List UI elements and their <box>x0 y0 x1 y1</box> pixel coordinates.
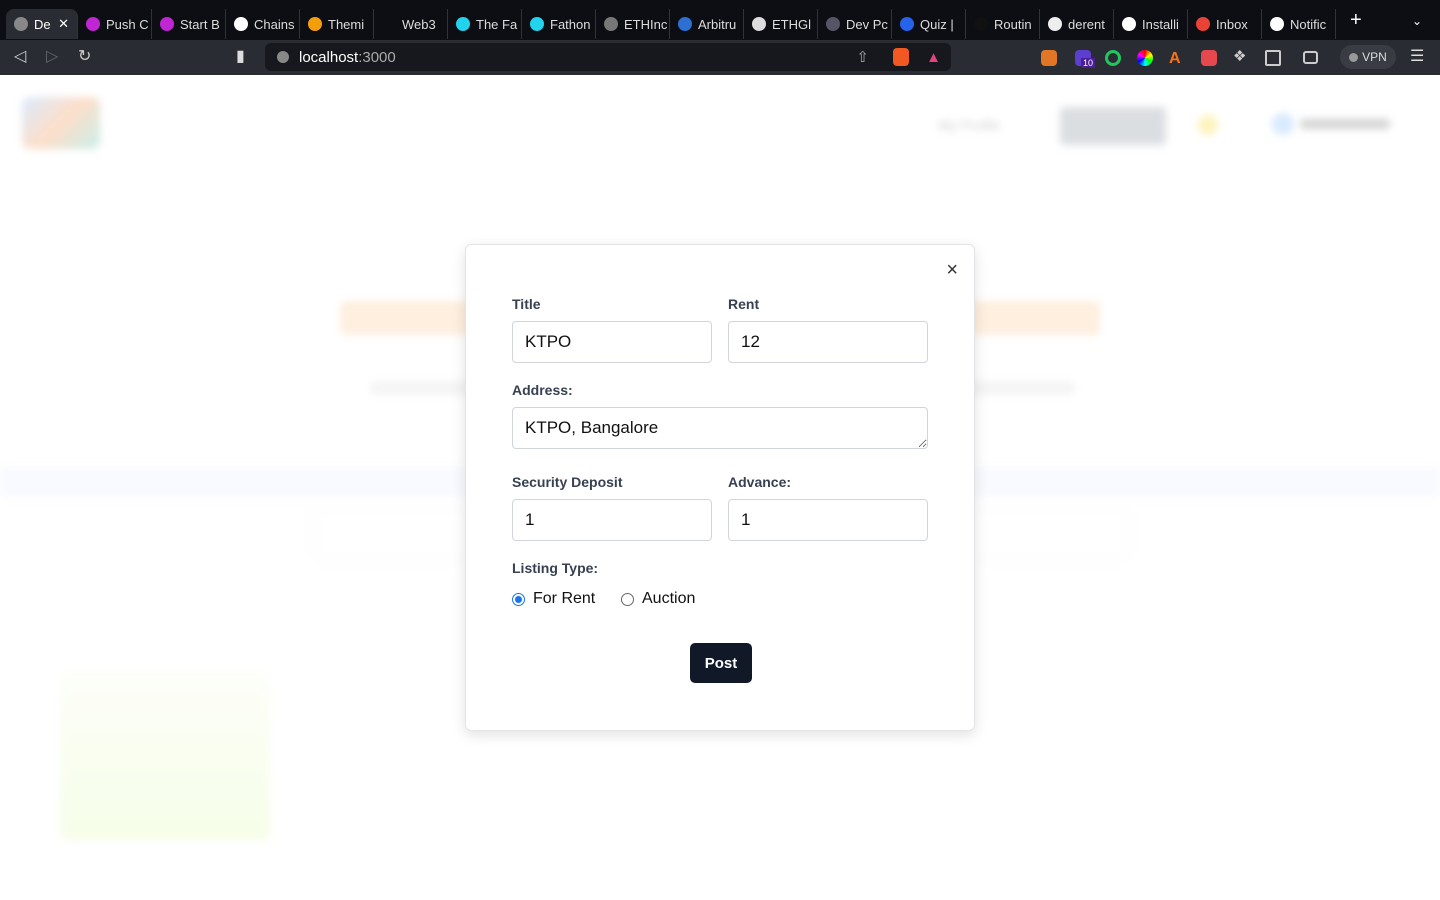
tab-favicon-icon <box>826 17 840 31</box>
tab-title: Push C <box>106 16 149 32</box>
tab-title: Web3 <box>402 16 436 32</box>
advance-label: Advance: <box>728 474 792 490</box>
browser-tab[interactable]: Themi <box>300 9 374 39</box>
browser-tab[interactable]: Installi <box>1114 9 1188 39</box>
browser-tab[interactable]: Chains <box>226 9 300 39</box>
tab-favicon-icon <box>1048 17 1062 31</box>
rent-label: Rent <box>728 296 760 312</box>
browser-tab[interactable]: Dev Pc <box>818 9 892 39</box>
url-port: :3000 <box>358 48 396 66</box>
radio-button[interactable] <box>621 592 634 606</box>
reload-icon[interactable]: ↻ <box>78 46 91 66</box>
tab-favicon-icon <box>752 17 766 31</box>
tab-title: derent <box>1068 16 1105 32</box>
tab-favicon-icon <box>86 17 100 31</box>
title-input[interactable] <box>512 321 712 363</box>
browser-tab[interactable]: Inbox <box>1188 9 1262 39</box>
tab-favicon-icon <box>1196 17 1210 31</box>
close-icon[interactable]: × <box>946 259 958 282</box>
tab-title: The Fa <box>476 16 518 32</box>
post-button[interactable]: Post <box>690 643 752 683</box>
extension-icon[interactable] <box>1105 50 1121 66</box>
tab-favicon-icon <box>604 17 618 31</box>
address-textarea[interactable]: KTPO, Bangalore <box>512 407 928 449</box>
tab-favicon-icon <box>678 17 692 31</box>
browser-tab[interactable]: Arbitru <box>670 9 744 39</box>
tab-title: ETHGl <box>772 16 811 32</box>
security-deposit-label: Security Deposit <box>512 474 623 490</box>
browser-tab[interactable]: Push C <box>78 9 152 39</box>
browser-tab[interactable]: Web3 <box>374 9 448 39</box>
extensions-puzzle-icon[interactable]: ❖ <box>1233 47 1249 65</box>
create-listing-modal: × Title Rent Address: KTPO, Bangalore Se… <box>465 244 975 731</box>
listing-type-label: Listing Type: <box>512 560 599 576</box>
tab-favicon-icon <box>974 17 988 31</box>
url-host: localhost <box>299 48 359 66</box>
extension-icon[interactable]: 10 <box>1075 50 1096 68</box>
tab-title: ETHInc <box>624 16 668 32</box>
address-bar[interactable]: localhost:3000 ⇧ ▲ <box>265 43 951 71</box>
tab-title: Quiz | <box>920 16 954 32</box>
advance-input[interactable] <box>728 499 928 541</box>
tab-favicon-icon <box>382 17 396 31</box>
tab-favicon-icon <box>1122 17 1136 31</box>
site-info-icon[interactable] <box>277 51 289 63</box>
metamask-icon[interactable] <box>1041 50 1057 66</box>
browser-tab[interactable]: derent <box>1040 9 1114 39</box>
tab-title: Routin <box>994 16 1032 32</box>
extension-icon[interactable]: A <box>1169 50 1185 67</box>
title-label: Title <box>512 296 541 312</box>
rent-input[interactable] <box>728 321 928 363</box>
tab-favicon-icon <box>1270 17 1284 31</box>
tab-title: Arbitru <box>698 16 737 32</box>
tab-title: Themi <box>328 16 365 32</box>
browser-tab[interactable]: Quiz | <box>892 9 966 39</box>
radio-auction[interactable]: Auction <box>621 590 695 608</box>
browser-tab[interactable]: ETHInc <box>596 9 670 39</box>
radio-for-rent[interactable]: For Rent <box>512 590 595 608</box>
browser-tab[interactable]: Routin <box>966 9 1040 39</box>
wallet-icon[interactable] <box>1303 51 1318 64</box>
sidebar-icon[interactable] <box>1265 50 1281 66</box>
security-deposit-input[interactable] <box>512 499 712 541</box>
vpn-button[interactable]: VPN <box>1340 45 1396 69</box>
tab-favicon-icon <box>456 17 470 31</box>
browser-toolbar: ◁ ▷ ↻ ▮ localhost:3000 ⇧ ▲ 10 A ❖ VPN ☰ <box>0 40 1440 75</box>
browser-tab[interactable]: De ✕ <box>6 9 78 39</box>
browser-tab[interactable]: Fathon <box>522 9 596 39</box>
tab-favicon-icon <box>530 17 544 31</box>
tab-title: Dev Pc <box>846 16 888 32</box>
browser-tab[interactable]: Start B <box>152 9 226 39</box>
browser-tab[interactable]: ETHGl <box>744 9 818 39</box>
tab-list-chevron-icon[interactable]: ⌄ <box>1412 14 1422 28</box>
address-label: Address: <box>512 382 573 398</box>
back-icon[interactable]: ◁ <box>14 46 26 66</box>
tab-favicon-icon <box>308 17 322 31</box>
browser-tab[interactable]: Notific <box>1262 9 1336 39</box>
new-tab-button[interactable]: + <box>1350 9 1362 32</box>
brave-rewards-icon[interactable]: ▲ <box>926 49 941 66</box>
tab-favicon-icon <box>900 17 914 31</box>
tab-favicon-icon <box>234 17 248 31</box>
tab-title: Start B <box>180 16 220 32</box>
extension-icon[interactable] <box>1201 50 1217 66</box>
tab-title: Fathon <box>550 16 591 32</box>
tab-title: Notific <box>1290 16 1327 32</box>
tab-favicon-icon <box>14 17 28 31</box>
tab-title: De <box>34 16 51 32</box>
tab-title: Installi <box>1142 16 1179 32</box>
share-icon[interactable]: ⇧ <box>856 48 869 66</box>
browser-tab[interactable]: The Fa <box>448 9 522 39</box>
radio-button-selected[interactable] <box>512 592 525 606</box>
extension-icon[interactable] <box>1137 50 1153 66</box>
menu-icon[interactable]: ☰ <box>1410 46 1424 66</box>
bookmark-icon[interactable]: ▮ <box>236 46 245 66</box>
tab-title: Inbox <box>1216 16 1248 32</box>
brave-shields-icon[interactable] <box>893 48 909 66</box>
tab-title: Chains <box>254 16 295 32</box>
tab-favicon-icon <box>160 17 174 31</box>
close-tab-icon[interactable]: ✕ <box>58 16 69 32</box>
forward-icon[interactable]: ▷ <box>46 46 58 66</box>
tab-bar: De ✕ Push C Start B Chains Themi Web3 The Fa Fat… <box>0 0 1440 40</box>
